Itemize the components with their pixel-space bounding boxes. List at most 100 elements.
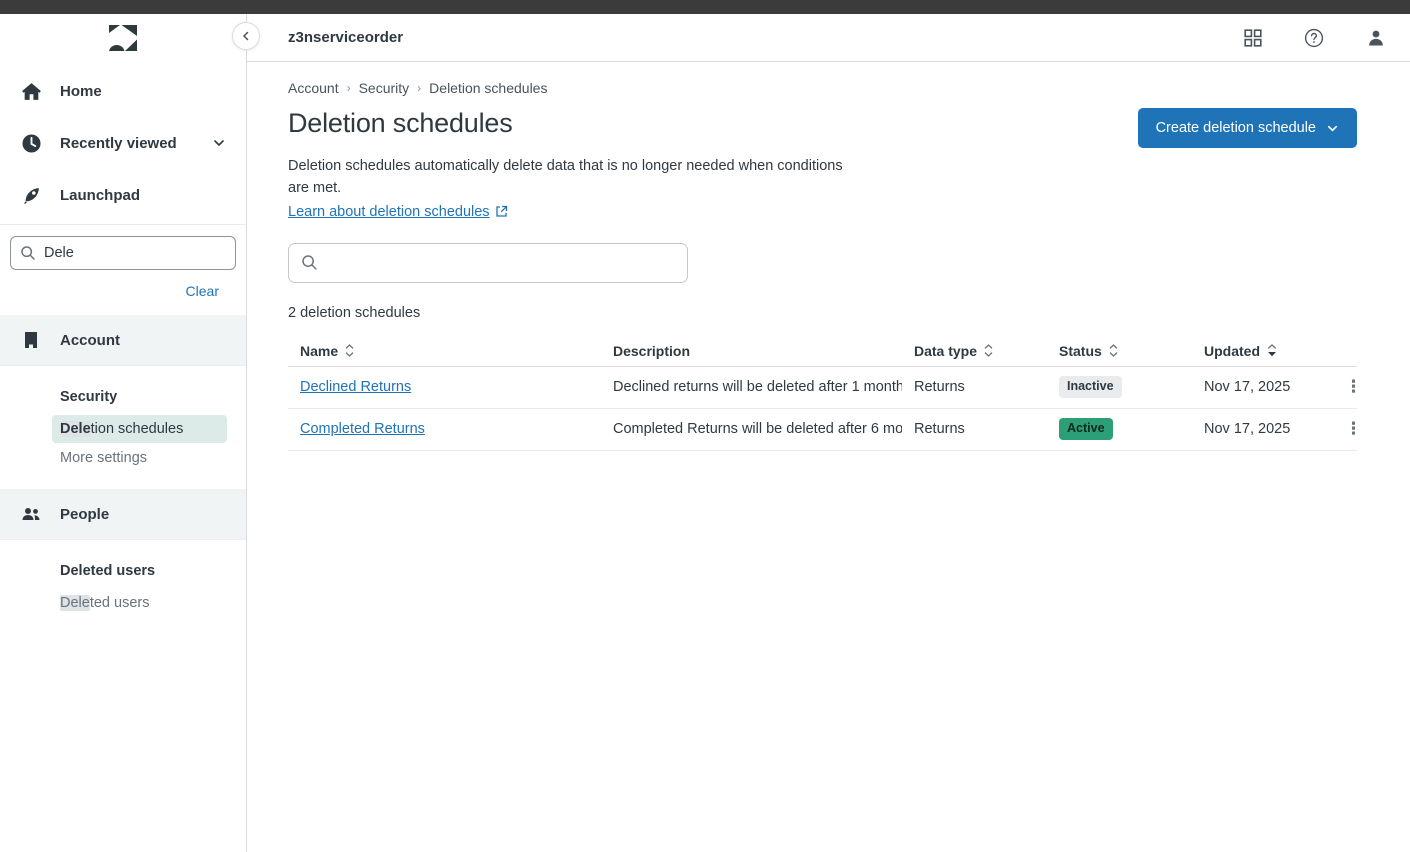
building-icon xyxy=(20,329,42,351)
sidebar-item-deleted-users[interactable]: Deleted users xyxy=(52,589,227,617)
content: Account › Security › Deletion schedules … xyxy=(247,62,1410,451)
sidebar-item-label: Home xyxy=(60,83,226,100)
account-results-group: Security Deletion schedules More setting… xyxy=(0,366,246,489)
sidebar-section-people[interactable]: People xyxy=(0,489,246,540)
column-header-updated[interactable]: Updated xyxy=(1192,343,1325,359)
create-button-label: Create deletion schedule xyxy=(1156,120,1316,136)
row-actions-kebab-icon[interactable]: ⋮ xyxy=(1325,419,1357,439)
schedules-search-box xyxy=(288,243,688,283)
table-header-row: Name Description Data type Status xyxy=(288,336,1357,367)
search-icon xyxy=(301,254,318,271)
zendesk-logo-icon xyxy=(109,25,137,51)
sidebar-item-label: Launchpad xyxy=(60,187,226,204)
logo-row xyxy=(0,14,246,62)
sidebar: Home Recently viewed xyxy=(0,14,247,852)
sidebar-section-label: People xyxy=(60,506,109,523)
column-header-name[interactable]: Name xyxy=(288,343,601,359)
column-label: Data type xyxy=(914,343,977,359)
schedule-updated-cell: Nov 17, 2025 xyxy=(1192,379,1325,395)
sidebar-search-box xyxy=(10,236,236,270)
schedules-search-input[interactable] xyxy=(327,255,675,271)
system-top-strip xyxy=(0,0,1410,14)
status-badge: Inactive xyxy=(1059,376,1122,398)
sidebar-item-deletion-schedules[interactable]: Deletion schedules xyxy=(52,415,227,443)
schedule-name-cell: Declined Returns xyxy=(288,379,601,395)
page-header-row: Deletion schedules Create deletion sched… xyxy=(288,108,1357,148)
breadcrumb-account[interactable]: Account xyxy=(288,80,339,96)
breadcrumb: Account › Security › Deletion schedules xyxy=(288,80,1357,96)
schedule-description-cell: Completed Returns will be deleted after … xyxy=(601,421,902,437)
sidebar-search-input[interactable] xyxy=(44,245,226,261)
chevron-down-icon xyxy=(1326,122,1339,135)
breadcrumb-security[interactable]: Security xyxy=(359,80,410,96)
app-window: Home Recently viewed xyxy=(0,14,1410,852)
main-area: z3nserviceorder Account › Security › Del… xyxy=(247,14,1410,852)
page-description: Deletion schedules automatically delete … xyxy=(288,156,863,200)
chevron-down-icon xyxy=(212,136,226,150)
people-results-group: Deleted users Deleted users xyxy=(0,540,246,634)
sort-icon xyxy=(345,344,354,357)
status-badge: Active xyxy=(1059,418,1113,440)
learn-about-deletion-schedules-link[interactable]: Learn about deletion schedules xyxy=(288,204,508,220)
create-deletion-schedule-button[interactable]: Create deletion schedule xyxy=(1138,108,1357,148)
item-label-rest: ted users xyxy=(90,595,150,611)
topbar: z3nserviceorder xyxy=(247,14,1410,62)
breadcrumb-deletion-schedules[interactable]: Deletion schedules xyxy=(429,80,547,96)
account-name: z3nserviceorder xyxy=(288,29,1244,46)
sidebar-item-home[interactable]: Home xyxy=(0,65,246,117)
user-avatar-icon[interactable] xyxy=(1366,28,1386,48)
table-row: Completed Returns Completed Returns will… xyxy=(288,409,1357,451)
column-label: Description xyxy=(613,343,690,359)
schedules-count: 2 deletion schedules xyxy=(288,305,1357,321)
grid-icon[interactable] xyxy=(1244,29,1262,47)
schedule-link-completed-returns[interactable]: Completed Returns xyxy=(300,421,425,437)
breadcrumb-separator-icon: › xyxy=(417,81,421,95)
sidebar-item-recently-viewed[interactable]: Recently viewed xyxy=(0,117,246,169)
clock-icon xyxy=(20,132,42,154)
search-match-highlight: Dele xyxy=(60,421,91,437)
column-header-data-type[interactable]: Data type xyxy=(902,343,1047,359)
item-label-rest: tion schedules xyxy=(91,421,184,437)
chevron-left-icon xyxy=(240,30,252,42)
deletion-schedules-table: Name Description Data type Status xyxy=(288,336,1357,451)
external-link-icon xyxy=(495,205,508,218)
column-label: Status xyxy=(1059,343,1102,359)
table-row: Declined Returns Declined returns will b… xyxy=(288,367,1357,409)
schedule-data-type-cell: Returns xyxy=(902,421,1047,437)
sidebar-collapse-button[interactable] xyxy=(232,22,260,50)
rocket-icon xyxy=(20,184,42,206)
learn-link-row: Learn about deletion schedules xyxy=(288,204,1357,220)
schedule-status-cell: Active xyxy=(1047,418,1192,440)
group-heading-security: Security xyxy=(0,380,246,414)
search-icon xyxy=(20,245,36,261)
sidebar-section-label: Account xyxy=(60,332,120,349)
sidebar-item-launchpad[interactable]: Launchpad xyxy=(0,169,246,221)
column-header-description: Description xyxy=(601,343,902,359)
schedule-updated-cell: Nov 17, 2025 xyxy=(1192,421,1325,437)
help-icon[interactable] xyxy=(1304,28,1324,48)
people-icon xyxy=(20,503,42,525)
learn-link-label: Learn about deletion schedules xyxy=(288,204,490,220)
group-heading-deleted-users: Deleted users xyxy=(0,554,246,588)
column-label: Name xyxy=(300,343,338,359)
page-title: Deletion schedules xyxy=(288,108,513,139)
schedule-link-declined-returns[interactable]: Declined Returns xyxy=(300,379,411,395)
schedule-data-type-cell: Returns xyxy=(902,379,1047,395)
column-header-status[interactable]: Status xyxy=(1047,343,1192,359)
topbar-icons xyxy=(1244,28,1386,48)
row-actions-kebab-icon[interactable]: ⋮ xyxy=(1325,377,1357,397)
schedule-status-cell: Inactive xyxy=(1047,376,1192,398)
sidebar-section-account[interactable]: Account xyxy=(0,315,246,366)
schedule-name-cell: Completed Returns xyxy=(288,421,601,437)
breadcrumb-separator-icon: › xyxy=(347,81,351,95)
search-match-highlight: Dele xyxy=(60,595,90,611)
schedule-description-cell: Declined returns will be deleted after 1… xyxy=(601,379,902,395)
home-icon xyxy=(20,80,42,102)
sidebar-item-more-settings[interactable]: More settings xyxy=(52,444,227,472)
sidebar-divider xyxy=(0,224,246,225)
sidebar-item-label: Recently viewed xyxy=(60,135,212,152)
sort-desc-icon xyxy=(1267,344,1277,357)
clear-search-link[interactable]: Clear xyxy=(186,283,219,299)
clear-row: Clear xyxy=(0,270,246,315)
sort-icon xyxy=(1109,344,1118,357)
